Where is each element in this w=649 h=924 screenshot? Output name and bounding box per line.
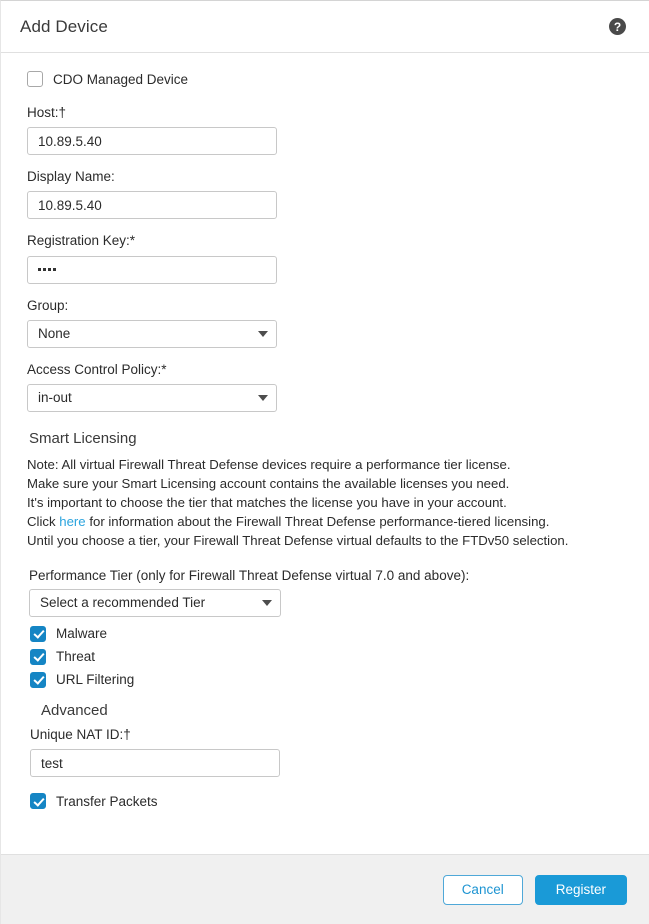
chevron-down-icon <box>258 330 268 337</box>
cancel-button[interactable]: Cancel <box>442 874 523 905</box>
threat-label: Threat <box>56 649 96 665</box>
display-name-input[interactable]: 10.89.5.40 <box>27 191 277 220</box>
register-button[interactable]: Register <box>534 874 627 905</box>
unique-nat-id-input[interactable]: test <box>30 749 280 778</box>
registration-key-label: Registration Key:* <box>27 233 136 249</box>
url-filtering-checkbox[interactable] <box>30 671 46 688</box>
license-row-threat[interactable]: Threat <box>30 648 625 665</box>
group-field-block: Group: None <box>27 298 625 348</box>
performance-tier-label: Performance Tier (only for Firewall Thre… <box>29 567 470 583</box>
host-field-block: Host:† 10.89.5.40 <box>27 105 625 156</box>
unique-nat-id-label: Unique NAT ID:† <box>30 726 131 742</box>
chevron-down-icon <box>262 599 272 606</box>
chevron-down-icon <box>258 394 268 401</box>
display-name-label: Display Name: <box>27 169 115 185</box>
access-control-policy-field-block: Access Control Policy:* in-out <box>27 362 625 412</box>
link-suffix: for information about the Firewall Threa… <box>85 513 550 529</box>
access-control-policy-label: Access Control Policy:* <box>27 361 167 377</box>
cdo-managed-device-label: CDO Managed Device <box>53 71 189 87</box>
performance-tier-select[interactable]: Select a recommended Tier <box>29 588 281 617</box>
transfer-packets-row[interactable]: Transfer Packets <box>30 793 625 810</box>
smart-licensing-notes: Note: All virtual Firewall Threat Defens… <box>27 455 625 550</box>
smart-licensing-title: Smart Licensing <box>29 429 137 447</box>
group-select[interactable]: None <box>27 319 277 348</box>
host-input[interactable]: 10.89.5.40 <box>27 127 277 156</box>
advanced-section-title: Advanced <box>41 701 108 719</box>
masked-value <box>38 257 56 283</box>
note-line: Note: All virtual Firewall Threat Defens… <box>27 456 511 472</box>
access-control-policy-value: in-out <box>38 390 72 406</box>
add-device-dialog: Add Device ? CDO Managed Device Host:† 1… <box>0 0 649 924</box>
transfer-packets-label: Transfer Packets <box>56 793 158 809</box>
dialog-header: Add Device ? <box>1 1 649 53</box>
url-filtering-label: URL Filtering <box>56 672 135 688</box>
dialog-footer: Cancel Register <box>1 854 649 924</box>
license-row-url-filtering[interactable]: URL Filtering <box>30 671 625 688</box>
note-line: Make sure your Smart Licensing account c… <box>27 475 510 491</box>
registration-key-input[interactable] <box>27 255 277 284</box>
performance-tier-value: Select a recommended Tier <box>40 595 206 611</box>
display-name-field-block: Display Name: 10.89.5.40 <box>27 169 625 220</box>
malware-label: Malware <box>56 626 108 642</box>
host-label: Host:† <box>27 105 67 120</box>
group-label: Group: <box>27 297 69 313</box>
help-circle-icon[interactable]: ? <box>609 18 626 35</box>
note-line: It's important to choose the tier that m… <box>27 494 507 510</box>
note-line-with-link: Click here for information about the Fir… <box>27 512 625 531</box>
licensing-here-link[interactable]: here <box>59 514 85 529</box>
note-line: Until you choose a tier, your Firewall T… <box>27 532 569 548</box>
registration-key-field-block: Registration Key:* <box>27 233 625 284</box>
threat-checkbox[interactable] <box>30 648 46 665</box>
dialog-body: CDO Managed Device Host:† 10.89.5.40 Dis… <box>1 53 649 854</box>
cdo-managed-device-checkbox[interactable] <box>27 71 43 87</box>
page-title: Add Device <box>20 16 108 36</box>
transfer-packets-checkbox[interactable] <box>30 793 46 810</box>
license-row-malware[interactable]: Malware <box>30 625 625 642</box>
malware-checkbox[interactable] <box>30 625 46 642</box>
access-control-policy-select[interactable]: in-out <box>27 383 277 412</box>
group-select-value: None <box>38 326 71 342</box>
link-prefix: Click <box>27 513 60 529</box>
cdo-managed-device-row[interactable]: CDO Managed Device <box>27 71 625 87</box>
license-checkbox-group: Malware Threat URL Filtering <box>27 625 625 688</box>
